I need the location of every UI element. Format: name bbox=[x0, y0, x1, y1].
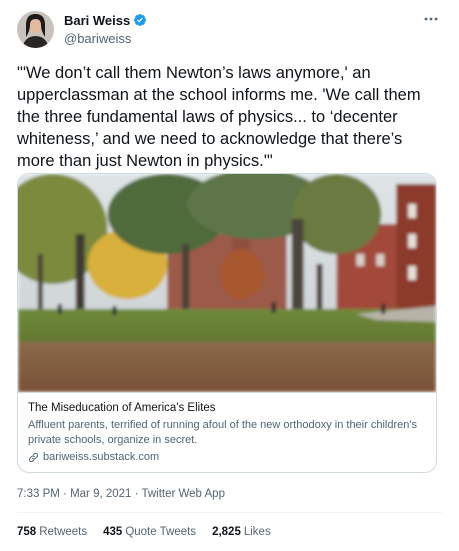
name-row: Bari Weiss bbox=[64, 11, 147, 29]
tweet-header: Bari Weiss @bariweiss bbox=[17, 11, 442, 51]
quote-tweets-stat[interactable]: 435 Quote Tweets bbox=[103, 526, 196, 538]
verified-badge-icon bbox=[133, 13, 147, 27]
tweet-stats: 758 Retweets 435 Quote Tweets 2,825 Likes bbox=[17, 526, 287, 538]
card-domain: bariweiss.substack.com bbox=[28, 450, 426, 465]
tweet-source[interactable]: Twitter Web App bbox=[141, 488, 225, 500]
author-handle[interactable]: @bariweiss bbox=[64, 31, 147, 46]
display-name[interactable]: Bari Weiss bbox=[64, 13, 130, 28]
likes-label: Likes bbox=[243, 526, 271, 538]
avatar[interactable] bbox=[17, 11, 54, 48]
card-title: The Miseducation of America's Elites bbox=[28, 402, 216, 414]
tweet-date[interactable]: Mar 9, 2021 bbox=[70, 488, 131, 500]
card-image bbox=[18, 174, 436, 392]
tweet-meta: 7:33 PM · Mar 9, 2021 · Twitter Web App bbox=[17, 488, 225, 500]
link-card[interactable]: The Miseducation of America's Elites Aff… bbox=[17, 173, 437, 473]
link-icon bbox=[28, 452, 39, 463]
quotes-label: Quote Tweets bbox=[125, 526, 197, 538]
card-domain-text: bariweiss.substack.com bbox=[43, 451, 160, 463]
divider bbox=[17, 512, 442, 513]
likes-stat[interactable]: 2,825 Likes bbox=[212, 526, 271, 538]
meta-separator: · bbox=[59, 488, 71, 500]
avatar-image bbox=[17, 11, 54, 48]
likes-count: 2,825 bbox=[212, 526, 241, 538]
retweets-count: 758 bbox=[17, 526, 37, 538]
more-icon[interactable] bbox=[420, 11, 442, 27]
tweet-time[interactable]: 7:33 PM bbox=[17, 488, 60, 500]
retweets-label: Retweets bbox=[39, 526, 88, 538]
card-body: The Miseducation of America's Elites Aff… bbox=[18, 392, 436, 465]
author-names: Bari Weiss @bariweiss bbox=[64, 11, 147, 46]
tweet-text: "'We don’t call them Newton’s laws anymo… bbox=[17, 64, 426, 170]
card-description: Affluent parents, terrified of running a… bbox=[28, 419, 417, 446]
meta-separator-2: · bbox=[131, 488, 142, 500]
tweet: Bari Weiss @bariweiss "'We don’t call th… bbox=[0, 0, 459, 551]
quotes-count: 435 bbox=[103, 526, 123, 538]
retweets-stat[interactable]: 758 Retweets bbox=[17, 526, 87, 538]
